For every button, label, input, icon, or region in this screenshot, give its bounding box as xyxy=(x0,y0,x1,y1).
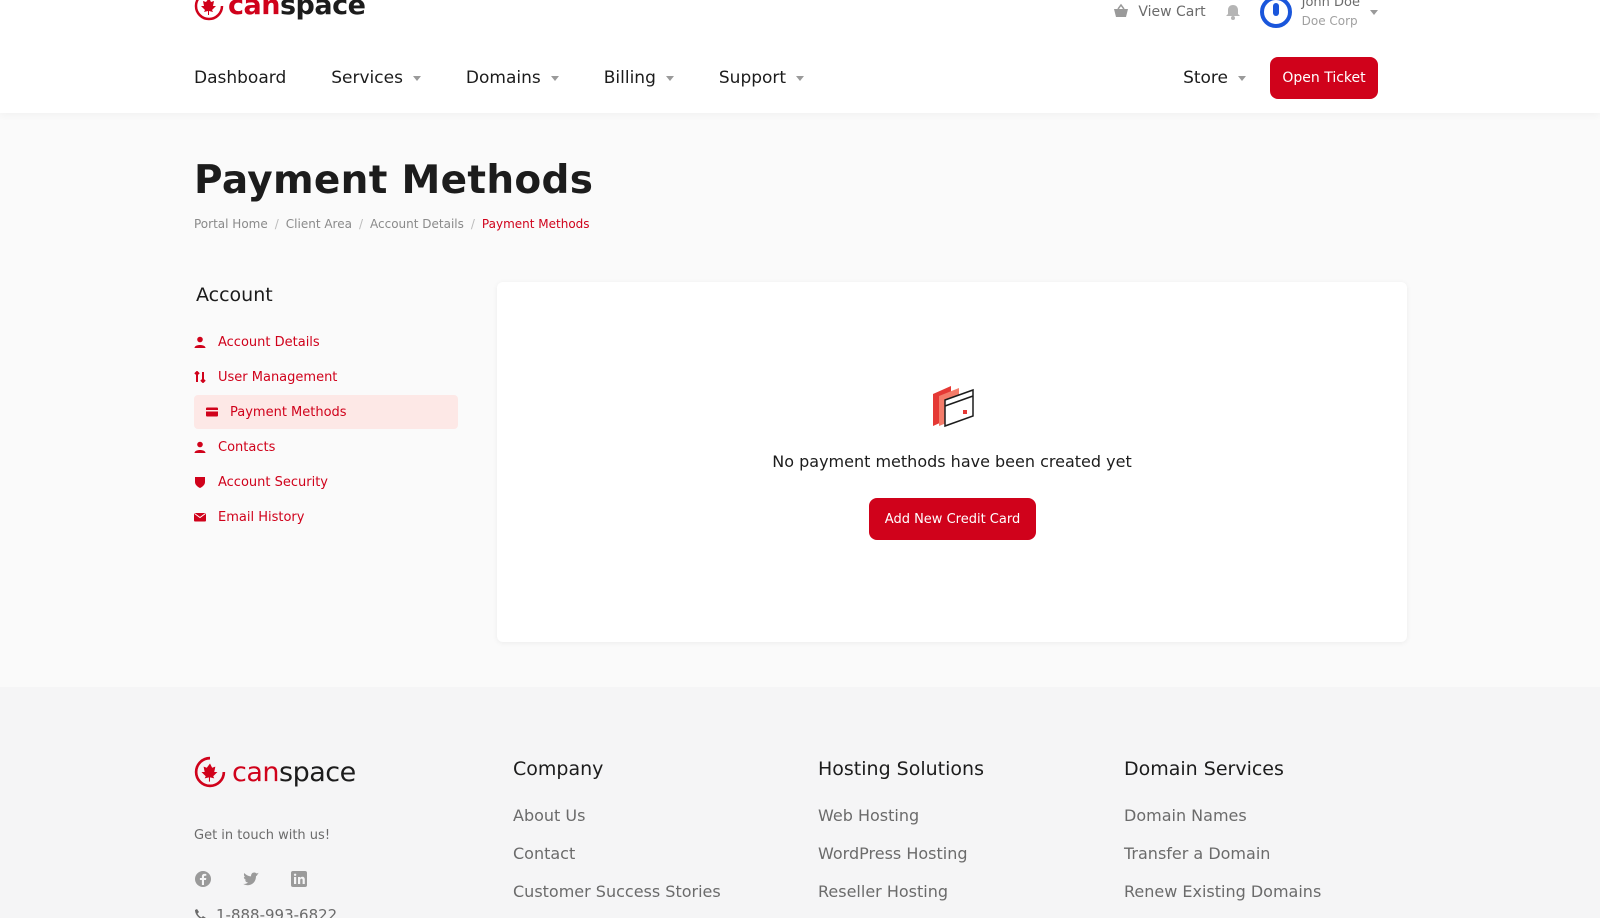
footer-column-title: Domain Services xyxy=(1124,758,1284,780)
open-ticket-button[interactable]: Open Ticket xyxy=(1270,57,1378,99)
footer-link-about-us[interactable]: About Us xyxy=(513,806,721,844)
sidebar-item-email-history[interactable]: Email History xyxy=(194,500,458,534)
user-name: John Doe xyxy=(1301,0,1360,10)
breadcrumb-account-details[interactable]: Account Details xyxy=(370,217,464,231)
twitter-icon[interactable] xyxy=(242,870,260,888)
credit-card-illustration-icon xyxy=(933,386,974,428)
credit-card-icon xyxy=(206,407,218,417)
chevron-down-icon xyxy=(796,75,805,81)
sidebar-item-payment-methods[interactable]: Payment Methods xyxy=(194,395,458,429)
bell-icon[interactable] xyxy=(1224,3,1242,21)
header-utilities: View Cart John Doe Doe Corp xyxy=(1112,0,1378,30)
nav-billing[interactable]: Billing xyxy=(604,62,674,94)
linkedin-icon[interactable] xyxy=(290,870,308,888)
footer-logo-wordmark: canspace xyxy=(232,756,356,788)
sidebar-item-account-security[interactable]: Account Security xyxy=(194,465,458,499)
breadcrumb-portal-home[interactable]: Portal Home xyxy=(194,217,268,231)
envelope-icon xyxy=(194,513,206,522)
canspace-logo[interactable]: canspace xyxy=(194,0,366,21)
footer-link-customer-success-stories[interactable]: Customer Success Stories xyxy=(513,882,721,918)
users-sort-icon xyxy=(194,371,206,383)
facebook-icon[interactable] xyxy=(194,870,212,888)
nav-store[interactable]: Store xyxy=(1183,62,1246,94)
footer-column-hosting-solutions: Hosting Solutions Web Hosting WordPress … xyxy=(818,758,984,918)
user-menu[interactable]: John Doe Doe Corp xyxy=(1259,0,1378,30)
nav-right: Store Open Ticket xyxy=(1183,57,1378,99)
footer-logo[interactable]: canspace xyxy=(194,756,356,788)
footer-link-transfer-a-domain[interactable]: Transfer a Domain xyxy=(1124,844,1321,882)
chevron-down-icon xyxy=(1370,9,1378,15)
footer-link-web-hosting[interactable]: Web Hosting xyxy=(818,806,984,844)
sidebar-title: Account xyxy=(196,284,273,306)
add-new-credit-card-button[interactable]: Add New Credit Card xyxy=(869,498,1036,540)
footer-link-contact[interactable]: Contact xyxy=(513,844,721,882)
phone-number: 1-888-993-6822 xyxy=(216,906,338,918)
footer-link-renew-existing-domains[interactable]: Renew Existing Domains xyxy=(1124,882,1321,918)
sidebar-item-account-details[interactable]: Account Details xyxy=(194,325,458,359)
chevron-down-icon xyxy=(550,75,559,81)
chevron-down-icon xyxy=(1238,75,1246,81)
user-icon xyxy=(194,441,206,453)
footer-link-wordpress-hosting[interactable]: WordPress Hosting xyxy=(818,844,984,882)
breadcrumb-separator: / xyxy=(470,217,475,231)
nav-services[interactable]: Services xyxy=(331,62,421,94)
logo-wordmark: canspace xyxy=(228,0,366,21)
main-nav: Dashboard Services Domains Billing Suppo… xyxy=(194,62,849,94)
breadcrumb-separator: / xyxy=(274,217,279,231)
user-icon xyxy=(194,336,206,348)
shield-icon xyxy=(195,477,205,488)
payment-methods-card: No payment methods have been created yet… xyxy=(497,282,1407,642)
sidebar-menu: Account Details User Management Payment … xyxy=(194,325,458,535)
page-title: Payment Methods xyxy=(194,158,594,203)
view-cart-label: View Cart xyxy=(1138,4,1206,20)
empty-state-message: No payment methods have been created yet xyxy=(772,452,1132,471)
chevron-down-icon xyxy=(665,75,674,81)
maple-leaf-logo-icon xyxy=(194,0,224,20)
nav-domains[interactable]: Domains xyxy=(466,62,559,94)
breadcrumb: Portal Home / Client Area / Account Deta… xyxy=(194,217,590,231)
breadcrumb-payment-methods: Payment Methods xyxy=(481,217,590,231)
footer-column-title: Company xyxy=(513,758,604,780)
sidebar-item-contacts[interactable]: Contacts xyxy=(194,430,458,464)
footer-column-domain-services: Domain Services Domain Names Transfer a … xyxy=(1124,758,1321,918)
top-header: canspace View Cart John Doe Doe Corp Das… xyxy=(0,0,1600,113)
breadcrumb-client-area[interactable]: Client Area xyxy=(286,217,352,231)
chevron-down-icon xyxy=(412,75,421,81)
footer-link-reseller-hosting[interactable]: Reseller Hosting xyxy=(818,882,984,918)
user-company: Doe Corp xyxy=(1301,14,1358,28)
get-in-touch-text: Get in touch with us! xyxy=(194,828,331,843)
footer-column-title: Hosting Solutions xyxy=(818,758,984,780)
footer-link-domain-names[interactable]: Domain Names xyxy=(1124,806,1321,844)
footer-phone[interactable]: 1-888-993-6822 xyxy=(194,906,337,918)
maple-leaf-logo-icon xyxy=(194,756,226,788)
sidebar-item-user-management[interactable]: User Management xyxy=(194,360,458,394)
shopping-basket-icon xyxy=(1114,3,1129,17)
nav-dashboard[interactable]: Dashboard xyxy=(194,62,286,94)
nav-support[interactable]: Support xyxy=(719,62,805,94)
avatar-icon xyxy=(1259,0,1292,28)
social-links xyxy=(194,870,308,888)
phone-icon xyxy=(195,909,206,918)
view-cart-link[interactable]: View Cart xyxy=(1112,3,1206,21)
footer-column-company: Company About Us Contact Customer Succes… xyxy=(513,758,721,918)
breadcrumb-separator: / xyxy=(358,217,363,231)
